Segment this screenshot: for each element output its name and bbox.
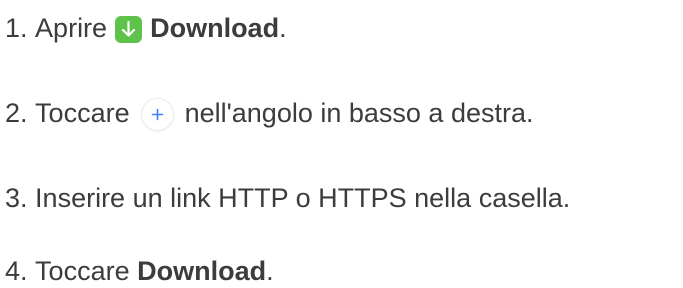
step-4: 4. Toccare Download . bbox=[5, 254, 274, 288]
step-1-text: Aprire bbox=[35, 13, 108, 43]
step-1-number: 1. bbox=[5, 13, 28, 43]
download-button-label: Download bbox=[137, 256, 267, 286]
step-2-end: nell'angolo in basso a destra. bbox=[184, 98, 534, 128]
step-3: 3. Inserire un link HTTP o HTTPS nella c… bbox=[5, 181, 570, 215]
step-3-number: 3. bbox=[5, 183, 28, 213]
step-4-end: . bbox=[266, 256, 274, 286]
step-3-text: Inserire un link HTTP o HTTPS nella case… bbox=[35, 183, 571, 213]
step-2: 2. Toccare nell'angolo in basso a destra… bbox=[5, 96, 533, 130]
step-1-end: . bbox=[279, 13, 287, 43]
step-4-number: 4. bbox=[5, 256, 28, 286]
step-2-text: Toccare bbox=[35, 98, 130, 128]
instruction-steps: 1. Aprire Download . 2. Toccare nell'ang… bbox=[0, 0, 683, 286]
download-app-icon bbox=[115, 15, 143, 43]
step-4-text: Toccare bbox=[35, 256, 130, 286]
plus-icon bbox=[141, 98, 173, 130]
step-1: 1. Aprire Download . bbox=[5, 11, 287, 45]
step-2-number: 2. bbox=[5, 98, 28, 128]
download-app-name: Download bbox=[150, 13, 280, 43]
